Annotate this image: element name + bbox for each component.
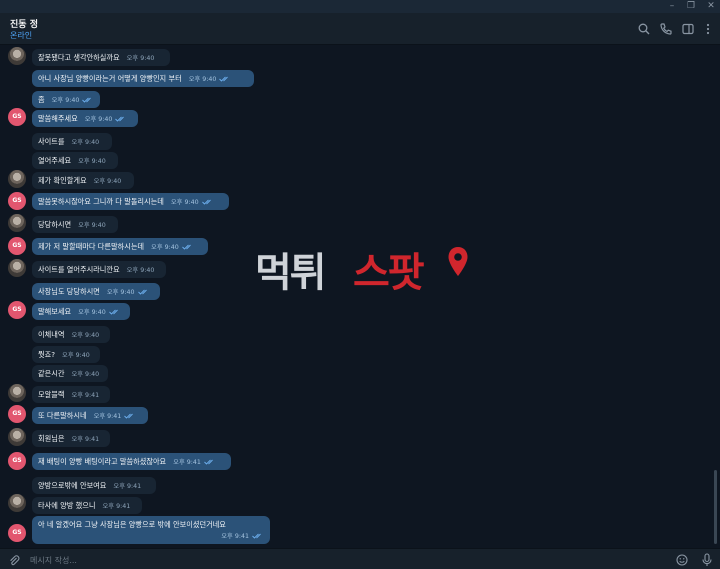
read-check-icon bbox=[219, 76, 229, 82]
message-bubble[interactable]: 제가 저 말할때마다 다른말하시는데 오후 9:40 bbox=[32, 238, 208, 255]
message-bubble[interactable]: 좀 오후 9:40 bbox=[32, 91, 100, 108]
message-bubble[interactable]: 사이트를 열어주시라니깐요 오후 9:40 bbox=[32, 261, 166, 278]
message-bubble[interactable]: 아니 사장님 양빵이라는거 어떻게 양빵인지 부터 오후 9:40 bbox=[32, 70, 254, 87]
message-bubble[interactable]: 재 배팅이 양빵 배팅이라고 말씀하셨잖아요 오후 9:41 bbox=[32, 453, 231, 470]
message-bubble[interactable]: 같은시간 오후 9:40 bbox=[32, 365, 108, 382]
read-check-icon bbox=[82, 97, 92, 103]
message-bubble[interactable]: 뭣죠? 오후 9:40 bbox=[32, 346, 100, 363]
close-icon[interactable]: ✕ bbox=[706, 1, 716, 11]
message-bubble[interactable]: 당당하시면 오후 9:40 bbox=[32, 216, 118, 233]
sidebar-toggle-icon[interactable] bbox=[681, 22, 695, 36]
avatar[interactable]: GS bbox=[8, 108, 26, 126]
avatar[interactable] bbox=[8, 259, 26, 277]
message-composer: 메시지 작성... bbox=[0, 548, 720, 569]
location-pin-icon bbox=[448, 247, 468, 276]
avatar[interactable]: GS bbox=[8, 452, 26, 470]
scrollbar[interactable] bbox=[714, 470, 717, 544]
message-bubble[interactable]: 열어주세요 오후 9:40 bbox=[32, 152, 118, 169]
read-check-icon bbox=[137, 289, 147, 295]
message-bubble[interactable]: 또 다른말하시네 오후 9:41 bbox=[32, 407, 148, 424]
more-icon[interactable] bbox=[701, 22, 715, 36]
chat-status: 온라인 bbox=[10, 31, 33, 40]
read-check-icon bbox=[108, 309, 118, 315]
telegram-window: – ❐ ✕ 진동 정 온라인 잘못됐다고 생각안하실까요 오후 9:40 아니 사… bbox=[0, 0, 720, 569]
read-check-icon bbox=[181, 244, 191, 250]
message-input[interactable]: 메시지 작성... bbox=[30, 555, 77, 566]
search-icon[interactable] bbox=[637, 22, 651, 36]
avatar[interactable] bbox=[8, 47, 26, 65]
message-bubble[interactable]: 말씀해주세요 오후 9:40 bbox=[32, 110, 138, 127]
microphone-icon[interactable] bbox=[701, 553, 713, 567]
chat-name[interactable]: 진동 정 bbox=[10, 17, 38, 30]
avatar[interactable]: GS bbox=[8, 192, 26, 210]
message-bubble[interactable]: 아 네 알겠어요 그냥 사장님은 양빵으로 밖에 안보이셨던거네요 오후 9:41 bbox=[32, 516, 270, 544]
read-check-icon bbox=[201, 199, 211, 205]
message-bubble[interactable]: 잘못됐다고 생각안하실까요 오후 9:40 bbox=[32, 49, 170, 66]
maximize-icon[interactable]: ❐ bbox=[686, 1, 696, 11]
phone-icon[interactable] bbox=[659, 22, 673, 36]
avatar[interactable] bbox=[8, 494, 26, 512]
message-bubble[interactable]: 모알블랙 오후 9:41 bbox=[32, 386, 110, 403]
avatar[interactable]: GS bbox=[8, 524, 26, 542]
watermark-logo: 먹튀 스팟 bbox=[255, 240, 475, 296]
avatar[interactable] bbox=[8, 384, 26, 402]
attach-icon[interactable] bbox=[8, 554, 20, 566]
read-check-icon bbox=[204, 459, 213, 465]
message-bubble[interactable]: 말해보세요 오후 9:40 bbox=[32, 303, 130, 320]
avatar[interactable] bbox=[8, 214, 26, 232]
message-bubble[interactable]: 제가 확인할게요 오후 9:40 bbox=[32, 172, 134, 189]
chat-header: 진동 정 온라인 bbox=[0, 13, 720, 45]
message-bubble[interactable]: 사장님도 당당하시면 오후 9:40 bbox=[32, 283, 160, 300]
avatar[interactable] bbox=[8, 428, 26, 446]
read-check-icon bbox=[124, 413, 134, 419]
message-bubble[interactable]: 말씀못하시잖아요 그니까 다 말돌리시는데 오후 9:40 bbox=[32, 193, 229, 210]
message-bubble[interactable]: 회원님은 오후 9:41 bbox=[32, 430, 110, 447]
emoji-icon[interactable] bbox=[676, 554, 688, 566]
message-bubble[interactable]: 이체내역 오후 9:40 bbox=[32, 326, 110, 343]
avatar[interactable]: GS bbox=[8, 301, 26, 319]
message-bubble[interactable]: 타사에 양방 했으니 오후 9:41 bbox=[32, 497, 142, 514]
read-check-icon bbox=[252, 533, 261, 539]
minimize-icon[interactable]: – bbox=[667, 1, 677, 11]
window-titlebar: – ❐ ✕ bbox=[0, 0, 720, 13]
avatar[interactable]: GS bbox=[8, 237, 26, 255]
avatar[interactable]: GS bbox=[8, 405, 26, 423]
avatar[interactable] bbox=[8, 170, 26, 188]
message-bubble[interactable]: 사이트를 오후 9:40 bbox=[32, 133, 112, 150]
message-bubble[interactable]: 양방으로밖에 안보여요 오후 9:41 bbox=[32, 477, 156, 494]
read-check-icon bbox=[115, 116, 125, 122]
